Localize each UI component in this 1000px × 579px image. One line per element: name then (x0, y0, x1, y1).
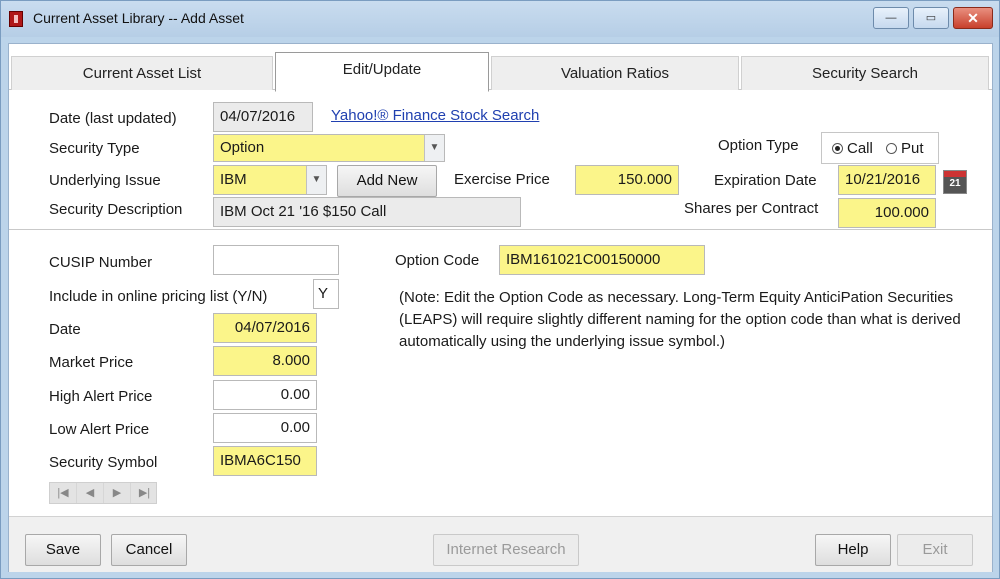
option-code-note: (Note: Edit the Option Code as necessary… (399, 289, 961, 350)
record-navigator: |◀ ◀ ▶ ▶| (49, 482, 157, 504)
option-type-label: Option Type (718, 137, 799, 154)
exercise-price-field[interactable]: 150.000 (575, 165, 679, 195)
security-type-label: Security Type (49, 140, 140, 157)
option-code-field[interactable]: IBM161021C00150000 (499, 245, 705, 275)
next-record-icon[interactable]: ▶ (104, 483, 131, 503)
low-alert-price-label: Low Alert Price (49, 421, 150, 438)
tab-valuation-ratios[interactable]: Valuation Ratios (491, 56, 739, 90)
exercise-price-label: Exercise Price (454, 171, 550, 188)
app-icon (9, 11, 23, 27)
tab-strip: Current Asset List Edit/Update Valuation… (9, 52, 992, 92)
option-type-radio-group: Call Put (821, 132, 939, 164)
yahoo-finance-link[interactable]: Yahoo!® Finance Stock Search (331, 107, 539, 124)
first-record-icon[interactable]: |◀ (50, 483, 77, 503)
market-price-field[interactable]: 8.000 (213, 346, 317, 376)
last-record-icon[interactable]: ▶| (131, 483, 158, 503)
calendar-button[interactable]: 21 (943, 170, 967, 194)
internet-research-button[interactable]: Internet Research (433, 534, 579, 566)
option-put-radio[interactable]: Put (886, 140, 924, 157)
previous-record-icon[interactable]: ◀ (77, 483, 104, 503)
radio-unselected-icon (886, 143, 897, 154)
maximize-button[interactable]: ▭ (913, 7, 949, 29)
include-pricing-field[interactable]: Y (313, 279, 339, 309)
date-label: Date (49, 321, 81, 338)
include-pricing-label: Include in online pricing list (Y/N) (49, 288, 268, 305)
date-field[interactable]: 04/07/2016 (213, 313, 317, 343)
date-updated-label: Date (last updated) (49, 110, 177, 127)
calendar-icon (944, 171, 966, 177)
tab-current-asset-list[interactable]: Current Asset List (11, 56, 273, 90)
security-description-field[interactable]: IBM Oct 21 '16 $150 Call (213, 197, 521, 227)
close-button[interactable]: ✕ (953, 7, 993, 29)
cancel-button[interactable]: Cancel (111, 534, 187, 566)
cusip-number-label: CUSIP Number (49, 254, 153, 271)
section-divider (9, 229, 992, 231)
option-call-radio[interactable]: Call (832, 140, 873, 157)
security-description-label: Security Description (49, 201, 183, 218)
security-type-value: Option (220, 139, 265, 156)
exit-button[interactable]: Exit (897, 534, 973, 566)
option-code-label: Option Code (395, 252, 480, 269)
title-bar: Current Asset Library -- Add Asset — ▭ ✕ (1, 1, 999, 37)
tab-edit-update[interactable]: Edit/Update (275, 52, 489, 92)
option-put-label: Put (901, 140, 924, 157)
underlying-issue-select[interactable]: IBM ▼ (213, 165, 327, 195)
chevron-down-icon[interactable]: ▼ (306, 166, 326, 194)
save-button[interactable]: Save (25, 534, 101, 566)
dialog-body: Current Asset List Edit/Update Valuation… (8, 43, 993, 572)
button-bar: Save Cancel Internet Research Help Exit (9, 516, 992, 572)
tab-security-search[interactable]: Security Search (741, 56, 989, 90)
expiration-date-label: Expiration Date (714, 172, 817, 189)
shares-per-contract-label: Shares per Contract (684, 200, 819, 217)
date-updated-field[interactable]: 04/07/2016 (213, 102, 313, 132)
high-alert-price-field[interactable]: 0.00 (213, 380, 317, 410)
security-symbol-field[interactable]: IBMA6C150 (213, 446, 317, 476)
radio-selected-icon (832, 143, 843, 154)
underlying-issue-value: IBM (220, 171, 247, 188)
security-symbol-label: Security Symbol (49, 454, 158, 471)
add-new-button[interactable]: Add New (337, 165, 437, 197)
help-button[interactable]: Help (815, 534, 891, 566)
calendar-icon-day: 21 (949, 178, 961, 189)
expiration-date-field[interactable]: 10/21/2016 (838, 165, 936, 195)
chevron-down-icon[interactable]: ▼ (424, 135, 444, 161)
option-call-label: Call (847, 140, 873, 157)
minimize-button[interactable]: — (873, 7, 909, 29)
app-window: Current Asset Library -- Add Asset — ▭ ✕… (0, 0, 1000, 579)
cusip-number-field[interactable] (213, 245, 339, 275)
window-title: Current Asset Library -- Add Asset (33, 10, 244, 26)
high-alert-price-label: High Alert Price (49, 388, 153, 405)
security-type-select[interactable]: Option ▼ (213, 134, 445, 162)
market-price-label: Market Price (49, 354, 134, 371)
underlying-issue-label: Underlying Issue (49, 172, 161, 189)
low-alert-price-field[interactable]: 0.00 (213, 413, 317, 443)
shares-per-contract-field[interactable]: 100.000 (838, 198, 936, 228)
